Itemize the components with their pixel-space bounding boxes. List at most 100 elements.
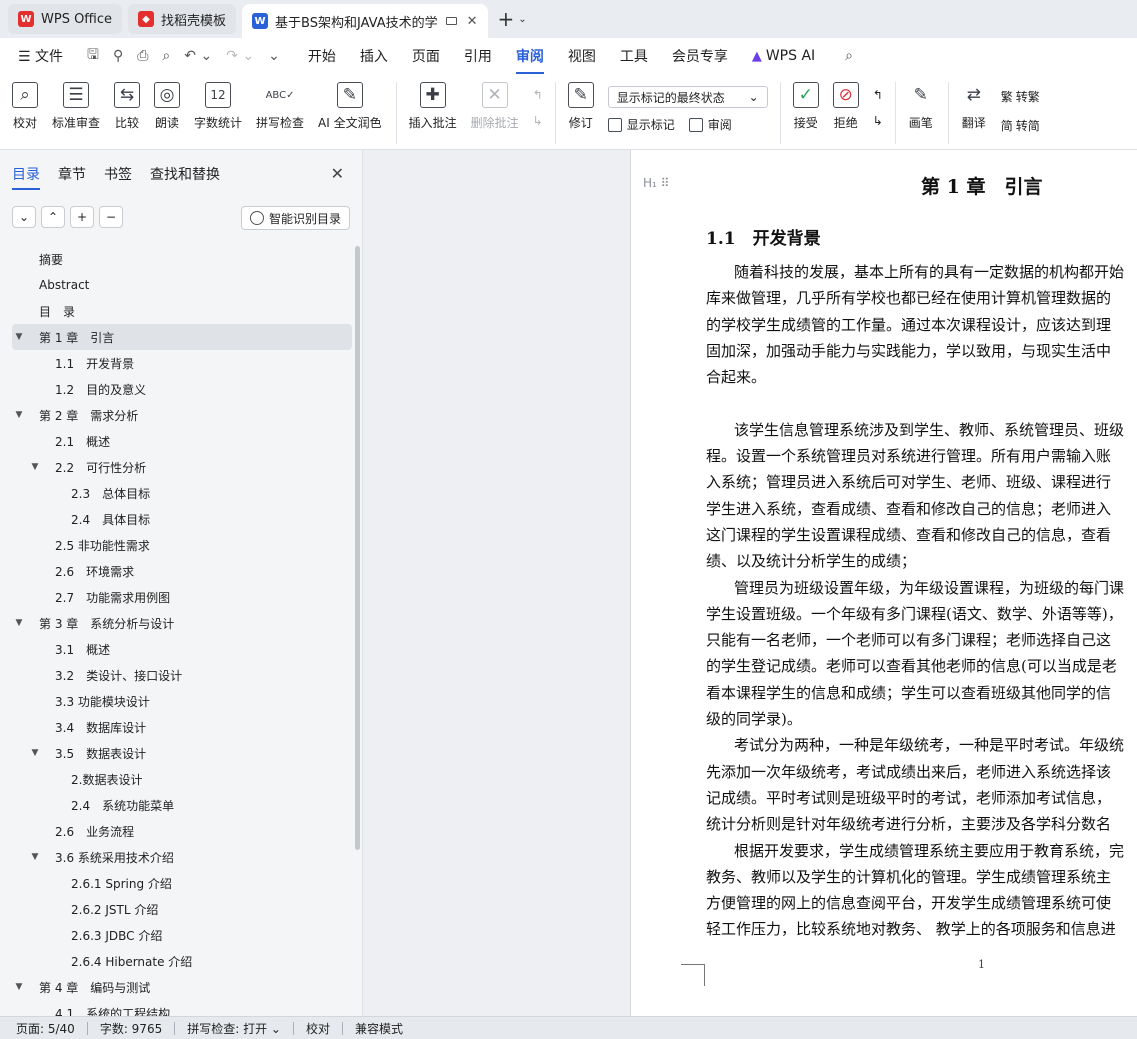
toc-item[interactable]: 3.1 概述 bbox=[12, 636, 352, 662]
compare-button[interactable]: ⇆ 比较 bbox=[114, 82, 141, 131]
more-chevron-icon[interactable]: ⌄ bbox=[268, 48, 280, 64]
status-proof[interactable]: 校对 bbox=[306, 1020, 330, 1037]
menu-member[interactable]: 会员专享 bbox=[672, 46, 728, 66]
toc-item[interactable]: 2.数据表设计 bbox=[12, 766, 352, 792]
review-pane-button[interactable]: 审阅 bbox=[688, 116, 732, 133]
menu-tools[interactable]: 工具 bbox=[620, 46, 648, 66]
menu-insert[interactable]: 插入 bbox=[360, 46, 388, 66]
expand-triangle-icon[interactable]: ▼ bbox=[12, 410, 26, 420]
toc-item[interactable]: 3.2 类设计、接口设计 bbox=[12, 662, 352, 688]
std-review-button[interactable]: ☰ 标准审查 bbox=[52, 82, 100, 131]
close-icon[interactable]: ✕ bbox=[331, 164, 344, 183]
accept-button[interactable]: ✓ 接受 bbox=[792, 82, 819, 131]
toc-item[interactable]: 3.4 数据库设计 bbox=[12, 714, 352, 740]
prev-change-icon[interactable]: ↰ bbox=[873, 88, 883, 102]
expand-triangle-icon[interactable]: ▼ bbox=[12, 332, 26, 342]
toc-item[interactable]: ▼ 第 3 章 系统分析与设计 bbox=[12, 610, 352, 636]
word-count-button[interactable]: 12 字数统计 bbox=[194, 82, 242, 131]
toc-item[interactable]: 2.6.2 JSTL 介绍 bbox=[12, 896, 352, 922]
toc-item[interactable]: 2.5 非功能性需求 bbox=[12, 532, 352, 558]
toc-item[interactable]: ▼ 3.5 数据表设计 bbox=[12, 740, 352, 766]
toc-item[interactable]: ▼ 第 1 章 引言 bbox=[12, 324, 352, 350]
close-tab-icon[interactable]: ✕ bbox=[467, 14, 478, 29]
toc-item[interactable]: 2.6 业务流程 bbox=[12, 818, 352, 844]
tab-templates[interactable]: ◆ 找稻壳模板 bbox=[128, 4, 237, 34]
document-page[interactable]: H₁ ⠿ 第 1 章 引言 1.1 开发背景 随着科技的发展，基本上所有的具有一… bbox=[630, 150, 1137, 1016]
chevron-down-icon[interactable]: ⌄ bbox=[518, 14, 526, 25]
status-words[interactable]: 字数: 9765 bbox=[100, 1020, 162, 1037]
show-markup-button[interactable]: 显示标记 bbox=[607, 116, 675, 133]
expand-triangle-icon[interactable]: ▼ bbox=[28, 462, 42, 472]
tab-document[interactable]: W 基于BS架构和JAVA技术的学 ✕ bbox=[242, 4, 488, 38]
to-simplified-button[interactable]: 简转简 bbox=[1001, 117, 1040, 134]
next-change-icon[interactable]: ↳ bbox=[873, 114, 883, 128]
new-tab-icon[interactable]: + bbox=[498, 7, 515, 31]
proof-button[interactable]: ⌕ 校对 bbox=[12, 82, 38, 131]
nav-tab-sections[interactable]: 章节 bbox=[58, 164, 86, 190]
minus-icon[interactable]: − bbox=[99, 206, 123, 228]
menu-reference[interactable]: 引用 bbox=[464, 46, 492, 66]
prev-comment-icon[interactable]: ↰ bbox=[533, 88, 543, 102]
toc-item[interactable]: ▼ 第 4 章 编码与测试 bbox=[12, 974, 352, 1000]
read-aloud-button[interactable]: ◎ 朗读 bbox=[154, 82, 181, 131]
toc-item[interactable]: ▼ 3.6 系统采用技术介绍 bbox=[12, 844, 352, 870]
toc-item[interactable]: 2.6.1 Spring 介绍 bbox=[12, 870, 352, 896]
toc-item[interactable]: 2.7 功能需求用例图 bbox=[12, 584, 352, 610]
ai-polish-button[interactable]: ✎ AI 全文润色 bbox=[318, 82, 382, 131]
menu-wps-ai[interactable]: ▲ WPS AI bbox=[752, 48, 815, 64]
smart-toc-button[interactable]: 智能识别目录 bbox=[240, 206, 350, 230]
file-menu[interactable]: ☰ 文件 bbox=[18, 46, 63, 66]
toc-item[interactable]: 2.3 总体目标 bbox=[12, 480, 352, 506]
toc-item[interactable]: 3.3 功能模块设计 bbox=[12, 688, 352, 714]
delete-comment-button[interactable]: ✕ 删除批注 bbox=[471, 82, 519, 131]
chevron-down-icon[interactable]: ⌄ bbox=[12, 206, 36, 228]
print-icon[interactable]: ⎙ bbox=[137, 48, 148, 64]
plus-icon[interactable]: + bbox=[70, 206, 94, 228]
menu-home[interactable]: 开始 bbox=[308, 46, 336, 66]
menu-view[interactable]: 视图 bbox=[568, 46, 596, 66]
toc-scrollbar[interactable] bbox=[355, 246, 360, 850]
toc-item[interactable]: ▼ 2.2 可行性分析 bbox=[12, 454, 352, 480]
ink-button[interactable]: ✎ 画笔 bbox=[908, 82, 934, 131]
toc-item[interactable]: 目 录 bbox=[12, 298, 352, 324]
expand-triangle-icon[interactable]: ▼ bbox=[28, 748, 42, 758]
reject-button[interactable]: ⊘ 拒绝 bbox=[832, 82, 859, 131]
to-traditional-button[interactable]: 繁转繁 bbox=[1001, 88, 1040, 105]
undo-icon[interactable]: ↶ ⌄ bbox=[184, 48, 212, 64]
toc-item[interactable]: 摘要 bbox=[12, 246, 352, 272]
expand-triangle-icon[interactable]: ▼ bbox=[28, 852, 42, 862]
menu-page[interactable]: 页面 bbox=[412, 46, 440, 66]
menu-review[interactable]: 审阅 bbox=[515, 46, 544, 74]
monitor-icon[interactable] bbox=[445, 17, 457, 25]
spell-check-button[interactable]: ABC✓ 拼写检查 bbox=[256, 82, 304, 131]
revise-button[interactable]: ✎ 修订 bbox=[567, 82, 594, 131]
nav-tab-find-replace[interactable]: 查找和替换 bbox=[150, 164, 220, 190]
status-page[interactable]: 页面: 5/40 bbox=[16, 1020, 75, 1037]
chevron-up-icon[interactable]: ⌃ bbox=[41, 206, 65, 228]
toc-item[interactable]: ▼ 第 2 章 需求分析 bbox=[12, 402, 352, 428]
search-icon[interactable]: ⌕ bbox=[845, 48, 853, 64]
nav-tab-toc[interactable]: 目录 bbox=[12, 164, 40, 190]
toc-item[interactable]: 1.1 开发背景 bbox=[12, 350, 352, 376]
status-spell-check[interactable]: 拼写检查: 打开 ⌄ bbox=[187, 1020, 281, 1037]
toc-item[interactable]: 1.2 目的及意义 bbox=[12, 376, 352, 402]
expand-triangle-icon[interactable]: ▼ bbox=[12, 618, 26, 628]
toc-item[interactable]: 2.6 环境需求 bbox=[12, 558, 352, 584]
toc-item[interactable]: 2.1 概述 bbox=[12, 428, 352, 454]
nav-tab-bookmarks[interactable]: 书签 bbox=[104, 164, 132, 190]
redo-icon[interactable]: ↷ ⌄ bbox=[226, 48, 254, 64]
share-icon[interactable]: ⚲ bbox=[113, 48, 123, 64]
toc-item[interactable]: 2.4 具体目标 bbox=[12, 506, 352, 532]
toc-item[interactable]: 2.4 系统功能菜单 bbox=[12, 792, 352, 818]
next-comment-icon[interactable]: ↳ bbox=[533, 114, 543, 128]
translate-button[interactable]: ⇄ 翻译 bbox=[961, 82, 987, 131]
toc-item[interactable]: 2.6.3 JDBC 介绍 bbox=[12, 922, 352, 948]
toc-item[interactable]: Abstract bbox=[12, 272, 352, 298]
save-icon[interactable]: 🖫 bbox=[87, 44, 99, 68]
markup-select[interactable]: 显示标记的最终状态 ⌄ bbox=[607, 86, 768, 108]
heading-handle-icon[interactable]: H₁ ⠿ bbox=[643, 176, 669, 190]
expand-triangle-icon[interactable]: ▼ bbox=[12, 982, 26, 992]
toc-item[interactable]: 2.6.4 Hibernate 介绍 bbox=[12, 948, 352, 974]
tab-wps-office[interactable]: W WPS Office bbox=[8, 4, 123, 34]
print-preview-icon[interactable]: ⌕ bbox=[162, 48, 170, 64]
